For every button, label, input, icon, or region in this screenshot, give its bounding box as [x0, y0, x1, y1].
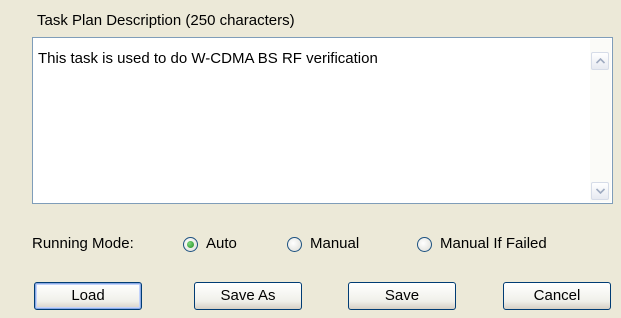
radio-unselected-icon[interactable]	[417, 236, 432, 252]
arrow-up-icon	[595, 58, 605, 64]
radio-unselected-icon[interactable]	[287, 236, 302, 252]
running-mode-group: Running Mode: Auto Manual Manual If Fail…	[0, 232, 621, 256]
load-button[interactable]: Load	[34, 282, 142, 310]
radio-manual[interactable]: Manual	[287, 232, 359, 256]
scroll-up-button[interactable]	[591, 52, 609, 70]
radio-auto-label[interactable]: Auto	[206, 234, 237, 254]
save-as-button[interactable]: Save As	[194, 282, 302, 310]
description-text[interactable]: This task is used to do W-CDMA BS RF ver…	[38, 49, 378, 69]
vertical-scrollbar[interactable]	[590, 39, 611, 202]
arrow-down-icon	[595, 188, 605, 194]
radio-auto[interactable]: Auto	[183, 232, 237, 256]
cancel-button[interactable]: Cancel	[503, 282, 611, 310]
radio-manual-if-failed[interactable]: Manual If Failed	[417, 232, 547, 256]
save-button[interactable]: Save	[348, 282, 456, 310]
running-mode-label: Running Mode:	[32, 235, 134, 252]
description-title: Task Plan Description (250 characters)	[37, 12, 295, 29]
description-textarea[interactable]: This task is used to do W-CDMA BS RF ver…	[32, 37, 613, 204]
radio-selected-icon[interactable]	[183, 236, 198, 252]
radio-manual-label[interactable]: Manual	[310, 234, 359, 254]
radio-manual-if-failed-label[interactable]: Manual If Failed	[440, 234, 547, 254]
scroll-down-button[interactable]	[591, 182, 609, 200]
